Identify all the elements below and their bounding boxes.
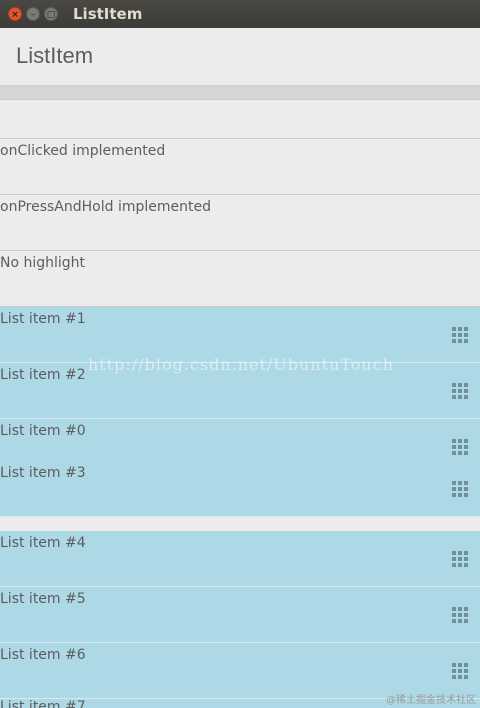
window-titlebar[interactable]: × – □ ListItem: [0, 0, 480, 28]
drag-handle-icon[interactable]: [452, 481, 468, 497]
watermark-text: http://blog.csdn.net/UbuntuTouch: [88, 355, 394, 374]
list-item-label: List item #0: [0, 423, 86, 439]
drag-handle-icon[interactable]: [452, 607, 468, 623]
list-item-label: List item #4: [0, 535, 86, 551]
list-item-label: No highlight: [0, 255, 86, 271]
minimize-icon: –: [30, 10, 36, 20]
list-item-label: onClicked implemented: [0, 143, 166, 159]
scrolled-list-item-partial: [0, 86, 480, 100]
list-item[interactable]: List item #5: [0, 587, 480, 643]
list-item-label: onPressAndHold implemented: [0, 199, 211, 215]
list-item-empty[interactable]: [0, 100, 480, 139]
list-item-label: List item #1: [0, 311, 86, 327]
list-item[interactable]: No highlight: [0, 251, 480, 307]
close-button[interactable]: ×: [8, 7, 22, 21]
drag-handle-icon[interactable]: [452, 383, 468, 399]
window-title: ListItem: [73, 5, 143, 23]
page-title: ListItem: [16, 43, 94, 68]
maximize-button[interactable]: □: [44, 7, 58, 21]
list-item-label: List item #7: [0, 699, 86, 708]
close-icon: ×: [11, 10, 19, 20]
corner-watermark: @稀土掘金技术社区: [386, 695, 476, 706]
list-item[interactable]: onPressAndHold implemented: [0, 195, 480, 251]
list-item-label: List item #5: [0, 591, 86, 607]
page-header: ListItem: [0, 28, 480, 86]
list-item-label: List item #2: [0, 367, 86, 383]
drop-gap: [0, 517, 480, 531]
drag-handle-icon[interactable]: [452, 663, 468, 679]
drag-handle-icon[interactable]: [452, 551, 468, 567]
list-item-drag-group[interactable]: List item #0 List item #3: [0, 419, 480, 517]
list-item[interactable]: onClicked implemented: [0, 139, 480, 195]
drag-handle-icon[interactable]: [452, 439, 468, 455]
list-item-label: List item #6: [0, 647, 86, 663]
list-item[interactable]: List item #4: [0, 531, 480, 587]
maximize-icon: □: [46, 10, 56, 20]
drag-handle-icon[interactable]: [452, 327, 468, 343]
minimize-button[interactable]: –: [26, 7, 40, 21]
list-item-label: List item #3: [0, 465, 86, 481]
